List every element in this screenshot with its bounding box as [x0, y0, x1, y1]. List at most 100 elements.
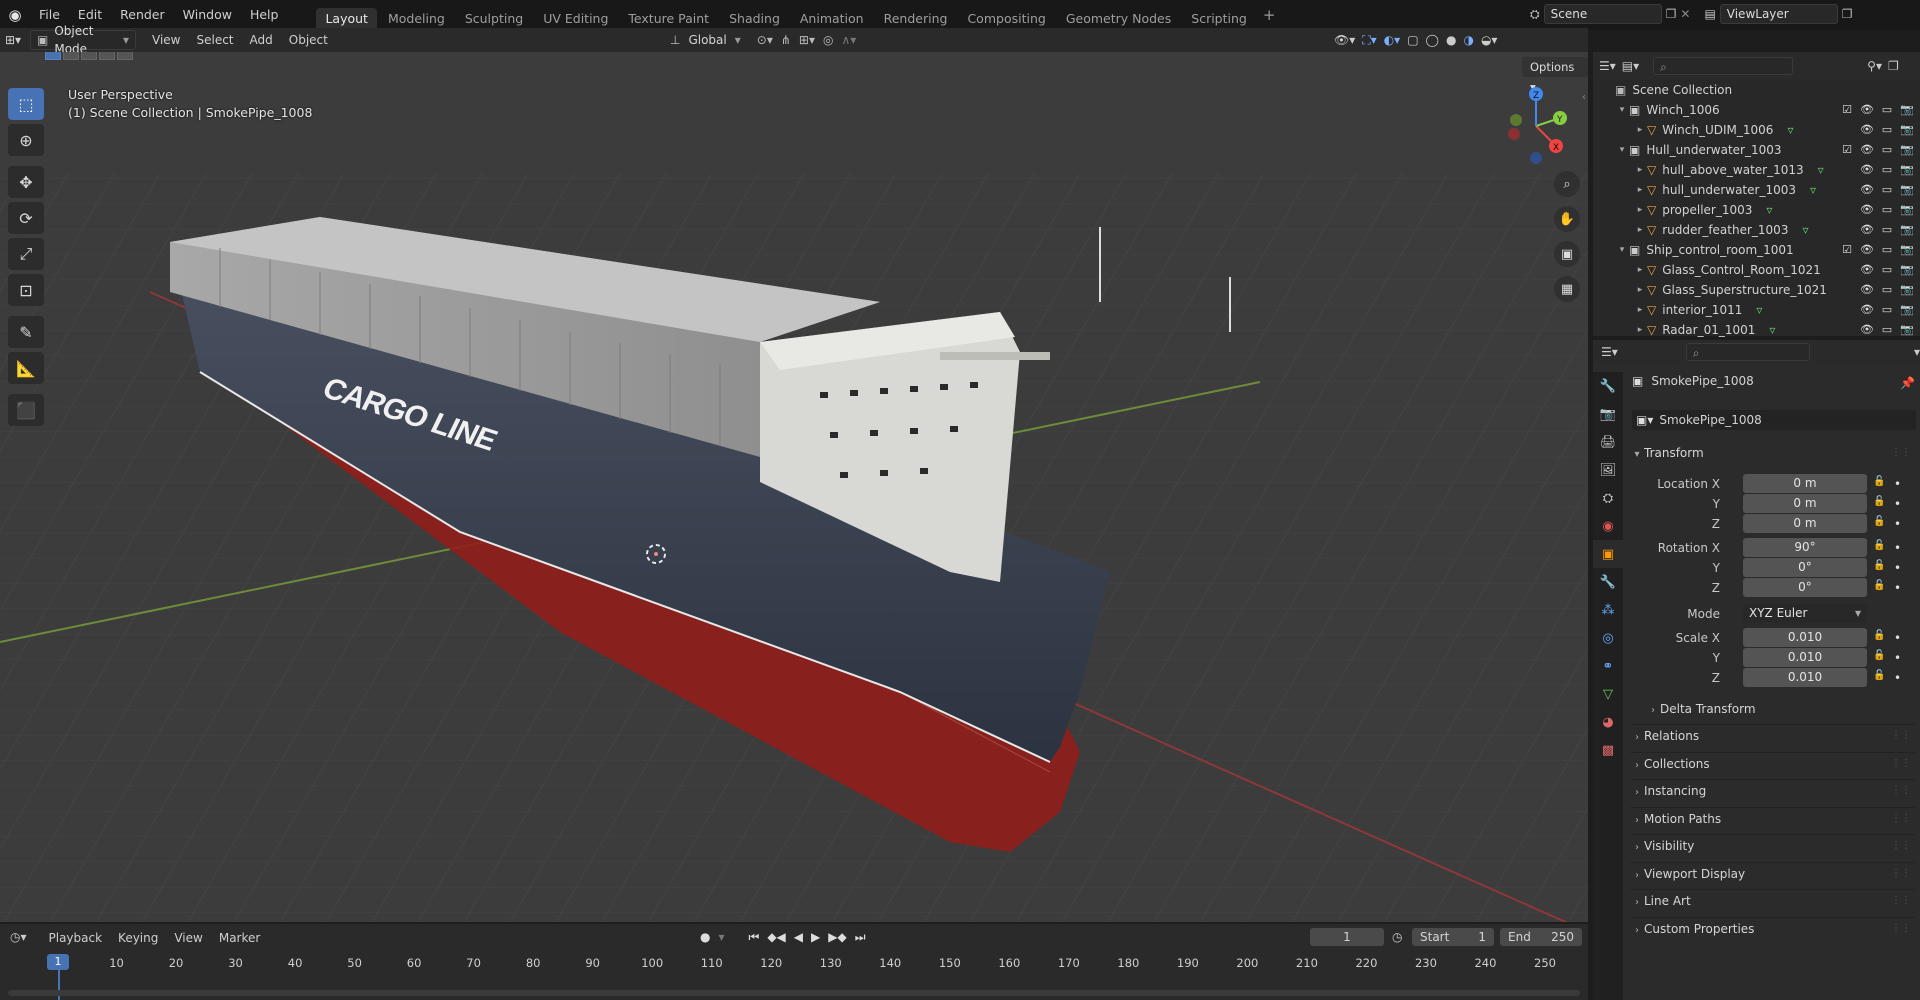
expand-down-icon[interactable]: ▾	[1615, 140, 1629, 160]
keyframe-dot-icon[interactable]: •	[1894, 668, 1901, 688]
eye-icon[interactable]: 👁	[1860, 162, 1874, 178]
keyframe-dot-icon[interactable]: •	[1894, 628, 1901, 648]
select-new-icon[interactable]	[45, 52, 61, 60]
outliner-type-icon[interactable]: ☰▾	[1599, 59, 1616, 73]
expand-right-icon[interactable]: ▸	[1633, 160, 1647, 180]
keyframe-dot-icon[interactable]: •	[1894, 514, 1901, 534]
tab-modeling[interactable]: Modeling	[379, 8, 454, 30]
rotate-tool-icon[interactable]: ⟳	[8, 202, 44, 234]
view-layer-icon[interactable]: ▤	[1704, 7, 1715, 21]
panel-custom-properties[interactable]: › Custom Properties ⋮⋮	[1630, 916, 1915, 939]
location-x-field[interactable]: 0 m	[1743, 474, 1867, 493]
world-tab-icon[interactable]: ◉	[1593, 512, 1623, 540]
timeline-scrollbar[interactable]	[8, 990, 1580, 996]
outliner-root[interactable]: ▣ Scene Collection	[1593, 80, 1920, 100]
snap-target-icon[interactable]: ⊞▾	[799, 33, 815, 47]
blender-logo-icon[interactable]: ◉	[0, 0, 30, 30]
tab-compositing[interactable]: Compositing	[958, 8, 1054, 30]
render-toggle-icon[interactable]: 📷	[1900, 262, 1914, 278]
menu-render[interactable]: Render	[111, 0, 174, 30]
expand-right-icon[interactable]: ▸	[1633, 280, 1647, 300]
eye-icon[interactable]: 👁	[1860, 142, 1874, 158]
display-mode-icon[interactable]: ▤▾	[1622, 59, 1639, 73]
new-view-layer-icon[interactable]: ❐	[1842, 7, 1853, 21]
viewport-menu-add[interactable]: Add	[242, 28, 281, 52]
object-tab-icon[interactable]: ▣	[1593, 540, 1623, 568]
menu-help[interactable]: Help	[241, 0, 288, 30]
tab-geometry-nodes[interactable]: Geometry Nodes	[1057, 8, 1180, 30]
new-scene-icon[interactable]: ❐	[1666, 7, 1677, 21]
eye-icon[interactable]: 👁	[1860, 222, 1874, 238]
eye-icon[interactable]: 👁	[1860, 122, 1874, 138]
keyframe-dot-icon[interactable]: •	[1894, 474, 1901, 494]
mode-dropdown[interactable]: ▣ Object Mode ▾	[30, 24, 136, 56]
outliner-object-row[interactable]: ▸ ▽ propeller_1003 ▿ 👁 ▭ 📷	[1593, 200, 1920, 220]
overlay-toggle-icon[interactable]: ◐▾	[1384, 33, 1401, 47]
lock-icon[interactable]: 🔓	[1873, 496, 1885, 507]
outliner-object-row[interactable]: ▸ ▽ interior_1011 ▿ 👁 ▭ 📷	[1593, 300, 1920, 320]
view-layer-tab-icon[interactable]: 🖼	[1593, 456, 1623, 484]
lock-icon[interactable]: 🔓	[1873, 476, 1885, 487]
view-layer-field[interactable]: ViewLayer	[1719, 4, 1838, 24]
panel-collections[interactable]: › Collections ⋮⋮	[1630, 751, 1915, 774]
render-tab-icon[interactable]: 📷	[1593, 400, 1623, 428]
expand-right-icon[interactable]: ▸	[1633, 260, 1647, 280]
filter-icon[interactable]: ⚲▾	[1867, 59, 1882, 73]
viewport-toggle-icon[interactable]: ▭	[1880, 262, 1894, 278]
expand-right-icon[interactable]: ▸	[1633, 220, 1647, 240]
cursor-tool-icon[interactable]: ⊕	[8, 124, 44, 156]
transform-panel-header[interactable]: ▾ Transform ⋮⋮	[1630, 442, 1915, 464]
viewport-toggle-icon[interactable]: ▭	[1880, 302, 1894, 318]
viewport-menu-view[interactable]: View	[144, 28, 188, 52]
new-collection-icon[interactable]: ❐	[1888, 59, 1899, 73]
lock-icon[interactable]: 🔓	[1873, 630, 1885, 641]
proportional-edit-icon[interactable]: ◎	[823, 33, 833, 47]
move-tool-icon[interactable]: ✥	[8, 166, 44, 198]
texture-tab-icon[interactable]: ▩	[1593, 736, 1623, 764]
outliner-object-row[interactable]: ▸ ▽ hull_above_water_1013 ▿ 👁 ▭ 📷	[1593, 160, 1920, 180]
select-subtract-icon[interactable]	[81, 52, 97, 60]
keyframe-dot-icon[interactable]: •	[1894, 558, 1901, 578]
viewport-toggle-icon[interactable]: ▭	[1880, 122, 1894, 138]
eye-icon[interactable]: 👁	[1860, 282, 1874, 298]
measure-tool-icon[interactable]: 📐	[8, 352, 44, 384]
expand-down-icon[interactable]: ▾	[1615, 100, 1629, 120]
properties-search-input[interactable]: ⌕	[1685, 343, 1810, 361]
grid-view-icon[interactable]: ▦	[1554, 276, 1580, 302]
editor-type-icon[interactable]: ⊞▾	[0, 29, 26, 51]
delta-transform-subpanel[interactable]: › Delta Transform	[1646, 698, 1915, 720]
expand-right-icon[interactable]: ▸	[1633, 200, 1647, 220]
scale-x-field[interactable]: 0.010	[1743, 628, 1867, 647]
render-toggle-icon[interactable]: 📷	[1900, 142, 1914, 158]
expand-down-icon[interactable]: ▾	[1615, 240, 1629, 260]
mesh-data-icon[interactable]: ▿	[1818, 160, 1824, 180]
outliner-object-row[interactable]: ▸ ▽ hull_underwater_1003 ▿ 👁 ▭ 📷	[1593, 180, 1920, 200]
transform-tool-icon[interactable]: ⊡	[8, 274, 44, 306]
tab-animation[interactable]: Animation	[791, 8, 873, 30]
close-icon[interactable]: ✕	[1680, 7, 1690, 21]
outliner-object-row[interactable]: ▸ ▽ Winch_UDIM_1006 ▿ 👁 ▭ 📷	[1593, 120, 1920, 140]
material-shading-icon[interactable]: ◑	[1463, 33, 1473, 47]
tab-shading[interactable]: Shading	[720, 8, 789, 30]
wireframe-shading-icon[interactable]: ◯	[1426, 33, 1439, 47]
output-tab-icon[interactable]: 🖨	[1593, 428, 1623, 456]
expand-right-icon[interactable]: ▸	[1633, 180, 1647, 200]
select-intersect-icon[interactable]	[117, 52, 133, 60]
exclude-checkbox-icon[interactable]: ☑	[1840, 242, 1854, 258]
scene-tab-icon[interactable]: ⛭	[1593, 484, 1623, 512]
panel-line-art[interactable]: › Line Art ⋮⋮	[1630, 889, 1915, 911]
orientation-dropdown[interactable]: Global	[688, 33, 726, 47]
tab-layout[interactable]: Layout	[316, 8, 377, 30]
gizmo-toggle-icon[interactable]: ⛶▾	[1362, 33, 1376, 48]
viewport-toggle-icon[interactable]: ▭	[1880, 102, 1894, 118]
scale-tool-icon[interactable]: ⤢	[8, 238, 44, 270]
location-y-field[interactable]: 0 m	[1743, 494, 1867, 513]
outliner-collection-row[interactable]: ▾ ▣ Winch_1006 ☑ 👁 ▭ 📷	[1593, 100, 1920, 120]
render-toggle-icon[interactable]: 📷	[1900, 182, 1914, 198]
viewport-menu-object[interactable]: Object	[281, 28, 336, 52]
render-toggle-icon[interactable]: 📷	[1900, 322, 1914, 338]
expand-right-icon[interactable]: ▸	[1633, 120, 1647, 140]
camera-icon[interactable]: ▣	[1554, 241, 1580, 267]
eye-icon[interactable]: 👁	[1860, 242, 1874, 258]
panel-instancing[interactable]: › Instancing ⋮⋮	[1630, 779, 1915, 801]
